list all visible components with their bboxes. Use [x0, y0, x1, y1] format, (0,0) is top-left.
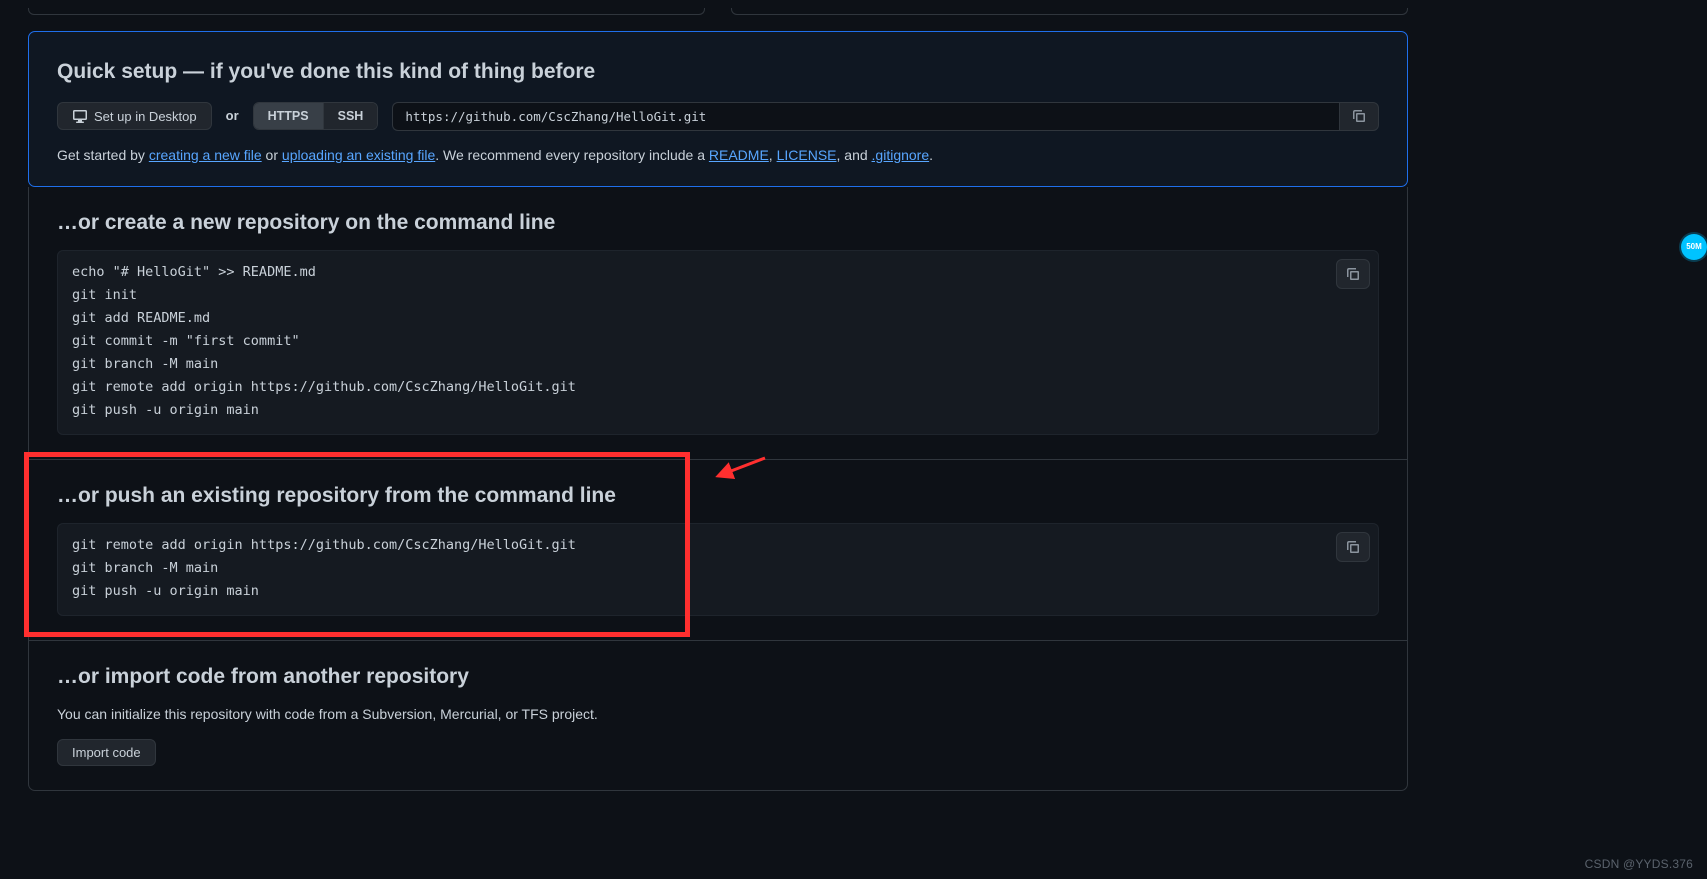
copy-create-commands-button[interactable] [1336, 259, 1370, 289]
copy-icon [1351, 108, 1367, 124]
import-code-button[interactable]: Import code [57, 739, 156, 766]
import-code-heading: …or import code from another repository [57, 641, 1379, 693]
import-code-desc: You can initialize this repository with … [57, 704, 1379, 725]
license-link[interactable]: LICENSE [777, 147, 837, 163]
quick-setup-hint: Get started by creating a new file or up… [57, 145, 1379, 166]
gitignore-link[interactable]: .gitignore [872, 147, 930, 163]
copy-icon [1345, 539, 1361, 555]
copy-push-commands-button[interactable] [1336, 532, 1370, 562]
push-existing-codeblock: git remote add origin https://github.com… [57, 523, 1379, 616]
push-existing-code[interactable]: git remote add origin https://github.com… [72, 534, 1364, 603]
watermark-text: CSDN @YYDS.376 [1585, 855, 1693, 873]
create-repo-codeblock: echo "# HelloGit" >> README.md git init … [57, 250, 1379, 435]
desktop-icon [72, 108, 88, 124]
create-repo-code[interactable]: echo "# HelloGit" >> README.md git init … [72, 261, 1364, 422]
push-existing-heading: …or push an existing repository from the… [57, 460, 1379, 512]
protocol-toggle: HTTPS SSH [253, 102, 379, 130]
floating-badge[interactable]: 50M [1681, 234, 1707, 260]
quick-setup-panel: Quick setup — if you've done this kind o… [28, 31, 1408, 187]
setup-in-desktop-label: Set up in Desktop [94, 109, 197, 124]
setup-in-desktop-button[interactable]: Set up in Desktop [57, 102, 212, 130]
partial-panels-above [28, 8, 1408, 15]
or-label: or [226, 106, 239, 126]
create-repo-heading: …or create a new repository on the comma… [57, 187, 1379, 239]
https-toggle[interactable]: HTTPS [254, 103, 323, 129]
copy-url-button[interactable] [1339, 102, 1379, 131]
clone-url-input[interactable] [392, 102, 1339, 131]
copy-icon [1345, 266, 1361, 282]
upload-existing-file-link[interactable]: uploading an existing file [282, 147, 435, 163]
ssh-toggle[interactable]: SSH [323, 103, 378, 129]
create-new-file-link[interactable]: creating a new file [149, 147, 262, 163]
instructions-panel: …or create a new repository on the comma… [28, 187, 1408, 792]
quick-setup-title: Quick setup — if you've done this kind o… [57, 56, 1379, 88]
readme-link[interactable]: README [709, 147, 769, 163]
